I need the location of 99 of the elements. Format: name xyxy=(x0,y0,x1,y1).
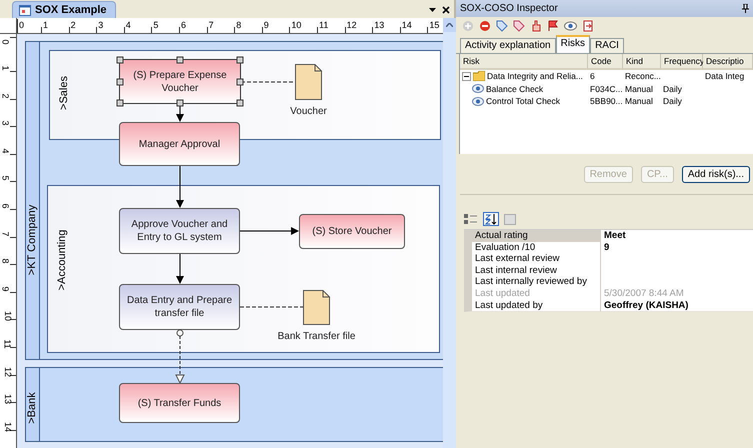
tag-icon[interactable] xyxy=(513,20,525,32)
ruler-number: 9 xyxy=(0,286,10,292)
hand-icon[interactable] xyxy=(530,20,542,32)
collapse-icon[interactable] xyxy=(462,72,471,81)
ruler-number: 14 xyxy=(3,422,13,432)
dropdown-icon[interactable] xyxy=(429,8,436,12)
tab[interactable]: RACI xyxy=(590,38,624,53)
table-cell-text: Manual xyxy=(624,95,654,108)
ruler-number: 14 xyxy=(402,20,412,30)
table-cell-text: 5BB90... xyxy=(589,95,623,108)
ruler-number: 2 xyxy=(70,20,76,30)
property-name[interactable]: Last external review xyxy=(464,253,601,266)
table-cell-text: Data Integ xyxy=(704,70,746,82)
column-header[interactable]: Descriptio xyxy=(703,54,753,70)
ruler-number: 10 xyxy=(3,311,13,322)
table-cell-text: Daily xyxy=(662,82,683,95)
property-name[interactable]: Last internally reviewed by xyxy=(464,276,601,289)
ruler-number: 0 xyxy=(19,20,24,30)
flow-arrow xyxy=(176,166,184,208)
ruler-number: 0 xyxy=(0,40,10,44)
property-name[interactable]: Actual rating xyxy=(464,230,601,243)
pool-label: >KT Company xyxy=(26,204,38,276)
tag-icon[interactable] xyxy=(496,20,508,32)
activity-node[interactable]: Manager Approval xyxy=(119,122,240,166)
diagram-icon xyxy=(19,4,31,16)
ruler-number: 9 xyxy=(264,20,269,30)
remove-icon[interactable] xyxy=(479,20,491,32)
document-label: Bank Transfer file xyxy=(278,331,356,342)
lane-label: >Accounting xyxy=(56,230,68,290)
table-cell-text: 6 xyxy=(589,70,596,82)
ruler-number: 5 xyxy=(153,20,158,30)
column-header[interactable]: Frequency xyxy=(661,54,703,70)
activity-node[interactable]: (S) Store Voucher xyxy=(299,214,405,249)
tab[interactable]: Activity explanation xyxy=(460,38,556,53)
table-cell-text: Daily xyxy=(662,95,683,108)
diagram-canvas[interactable] xyxy=(17,34,443,448)
eye-icon xyxy=(472,84,484,94)
ruler-number: 3 xyxy=(98,20,104,30)
flag-icon[interactable] xyxy=(547,20,559,32)
ruler-number: 6 xyxy=(0,204,10,208)
ruler-number: 13 xyxy=(3,394,13,404)
message-arrow xyxy=(175,330,185,384)
document-icon[interactable] xyxy=(295,64,322,100)
ruler-number: 13 xyxy=(374,20,384,30)
ruler-number: 12 xyxy=(346,20,357,30)
ruler-number: 3 xyxy=(0,120,10,126)
ruler-number: 2 xyxy=(0,93,10,98)
flow-arrow xyxy=(176,104,184,122)
ruler-number: 8 xyxy=(236,20,242,30)
eye-icon xyxy=(472,96,484,106)
table-cell-text: Manual xyxy=(624,82,654,95)
ruler-number: 15 xyxy=(429,20,440,30)
ruler-number: 11 xyxy=(2,339,13,349)
ruler-number: 5 xyxy=(0,176,10,181)
association-line xyxy=(240,306,304,308)
pool-label: >Bank xyxy=(26,392,38,424)
ruler-number: 12 xyxy=(3,366,13,377)
risk-name[interactable]: Data Integrity and Relia... xyxy=(487,70,583,82)
ruler-number: 6 xyxy=(181,20,186,30)
flow-arrow xyxy=(240,227,299,235)
table-cell-text: Reconc... xyxy=(624,70,661,82)
panel-title: SOX-COSO Inspector xyxy=(460,3,558,14)
activity-node[interactable]: (S) Transfer Funds xyxy=(119,383,240,423)
risk-name[interactable]: Balance Check xyxy=(486,82,544,95)
ruler-number: 1 xyxy=(43,20,48,30)
vertical-scrollbar[interactable] xyxy=(443,18,456,448)
document-tab[interactable]: SOX Example xyxy=(12,1,116,18)
export-icon[interactable] xyxy=(582,20,594,32)
activity-node[interactable]: (S) Prepare Expense Voucher xyxy=(119,59,241,104)
ruler-number: 7 xyxy=(0,231,10,236)
categorized-icon[interactable] xyxy=(464,213,478,225)
property-value[interactable]: Geoffrey (KAISHA) xyxy=(601,300,753,312)
pin-icon[interactable] xyxy=(742,4,749,13)
scroll-up-icon[interactable] xyxy=(446,23,453,27)
close-icon[interactable] xyxy=(442,6,450,14)
property-name[interactable]: Last updated by xyxy=(464,300,601,312)
sort-alphabetical-icon[interactable] xyxy=(483,212,499,226)
ruler-number: 10 xyxy=(291,20,302,30)
ruler-number: 7 xyxy=(208,20,214,30)
activity-node[interactable]: Approve Voucher and Entry to GL system xyxy=(119,208,240,254)
lane-label: >Sales xyxy=(58,76,70,110)
activity-node[interactable]: Data Entry and Prepare transfer file xyxy=(119,284,240,330)
ruler-number: 4 xyxy=(0,148,10,154)
column-header[interactable]: Code xyxy=(588,54,623,70)
ruler-number: 11 xyxy=(319,20,328,30)
tab[interactable]: Risks xyxy=(556,35,590,53)
action-button[interactable]: Add risk(s)... xyxy=(682,166,750,182)
column-header[interactable]: Kind xyxy=(623,54,661,70)
property-value[interactable]: Meet xyxy=(601,230,753,243)
ruler-number: 4 xyxy=(126,20,131,30)
column-header[interactable]: Risk xyxy=(460,54,588,70)
table-cell-text: F034C... xyxy=(589,82,623,95)
ruler-number: 8 xyxy=(0,258,10,264)
document-icon[interactable] xyxy=(303,290,330,325)
document-label: Voucher xyxy=(290,106,327,117)
eye-icon[interactable] xyxy=(564,21,577,31)
ruler-number: 1 xyxy=(0,66,10,70)
risk-name[interactable]: Control Total Check xyxy=(486,95,560,108)
flow-arrow xyxy=(176,254,184,284)
